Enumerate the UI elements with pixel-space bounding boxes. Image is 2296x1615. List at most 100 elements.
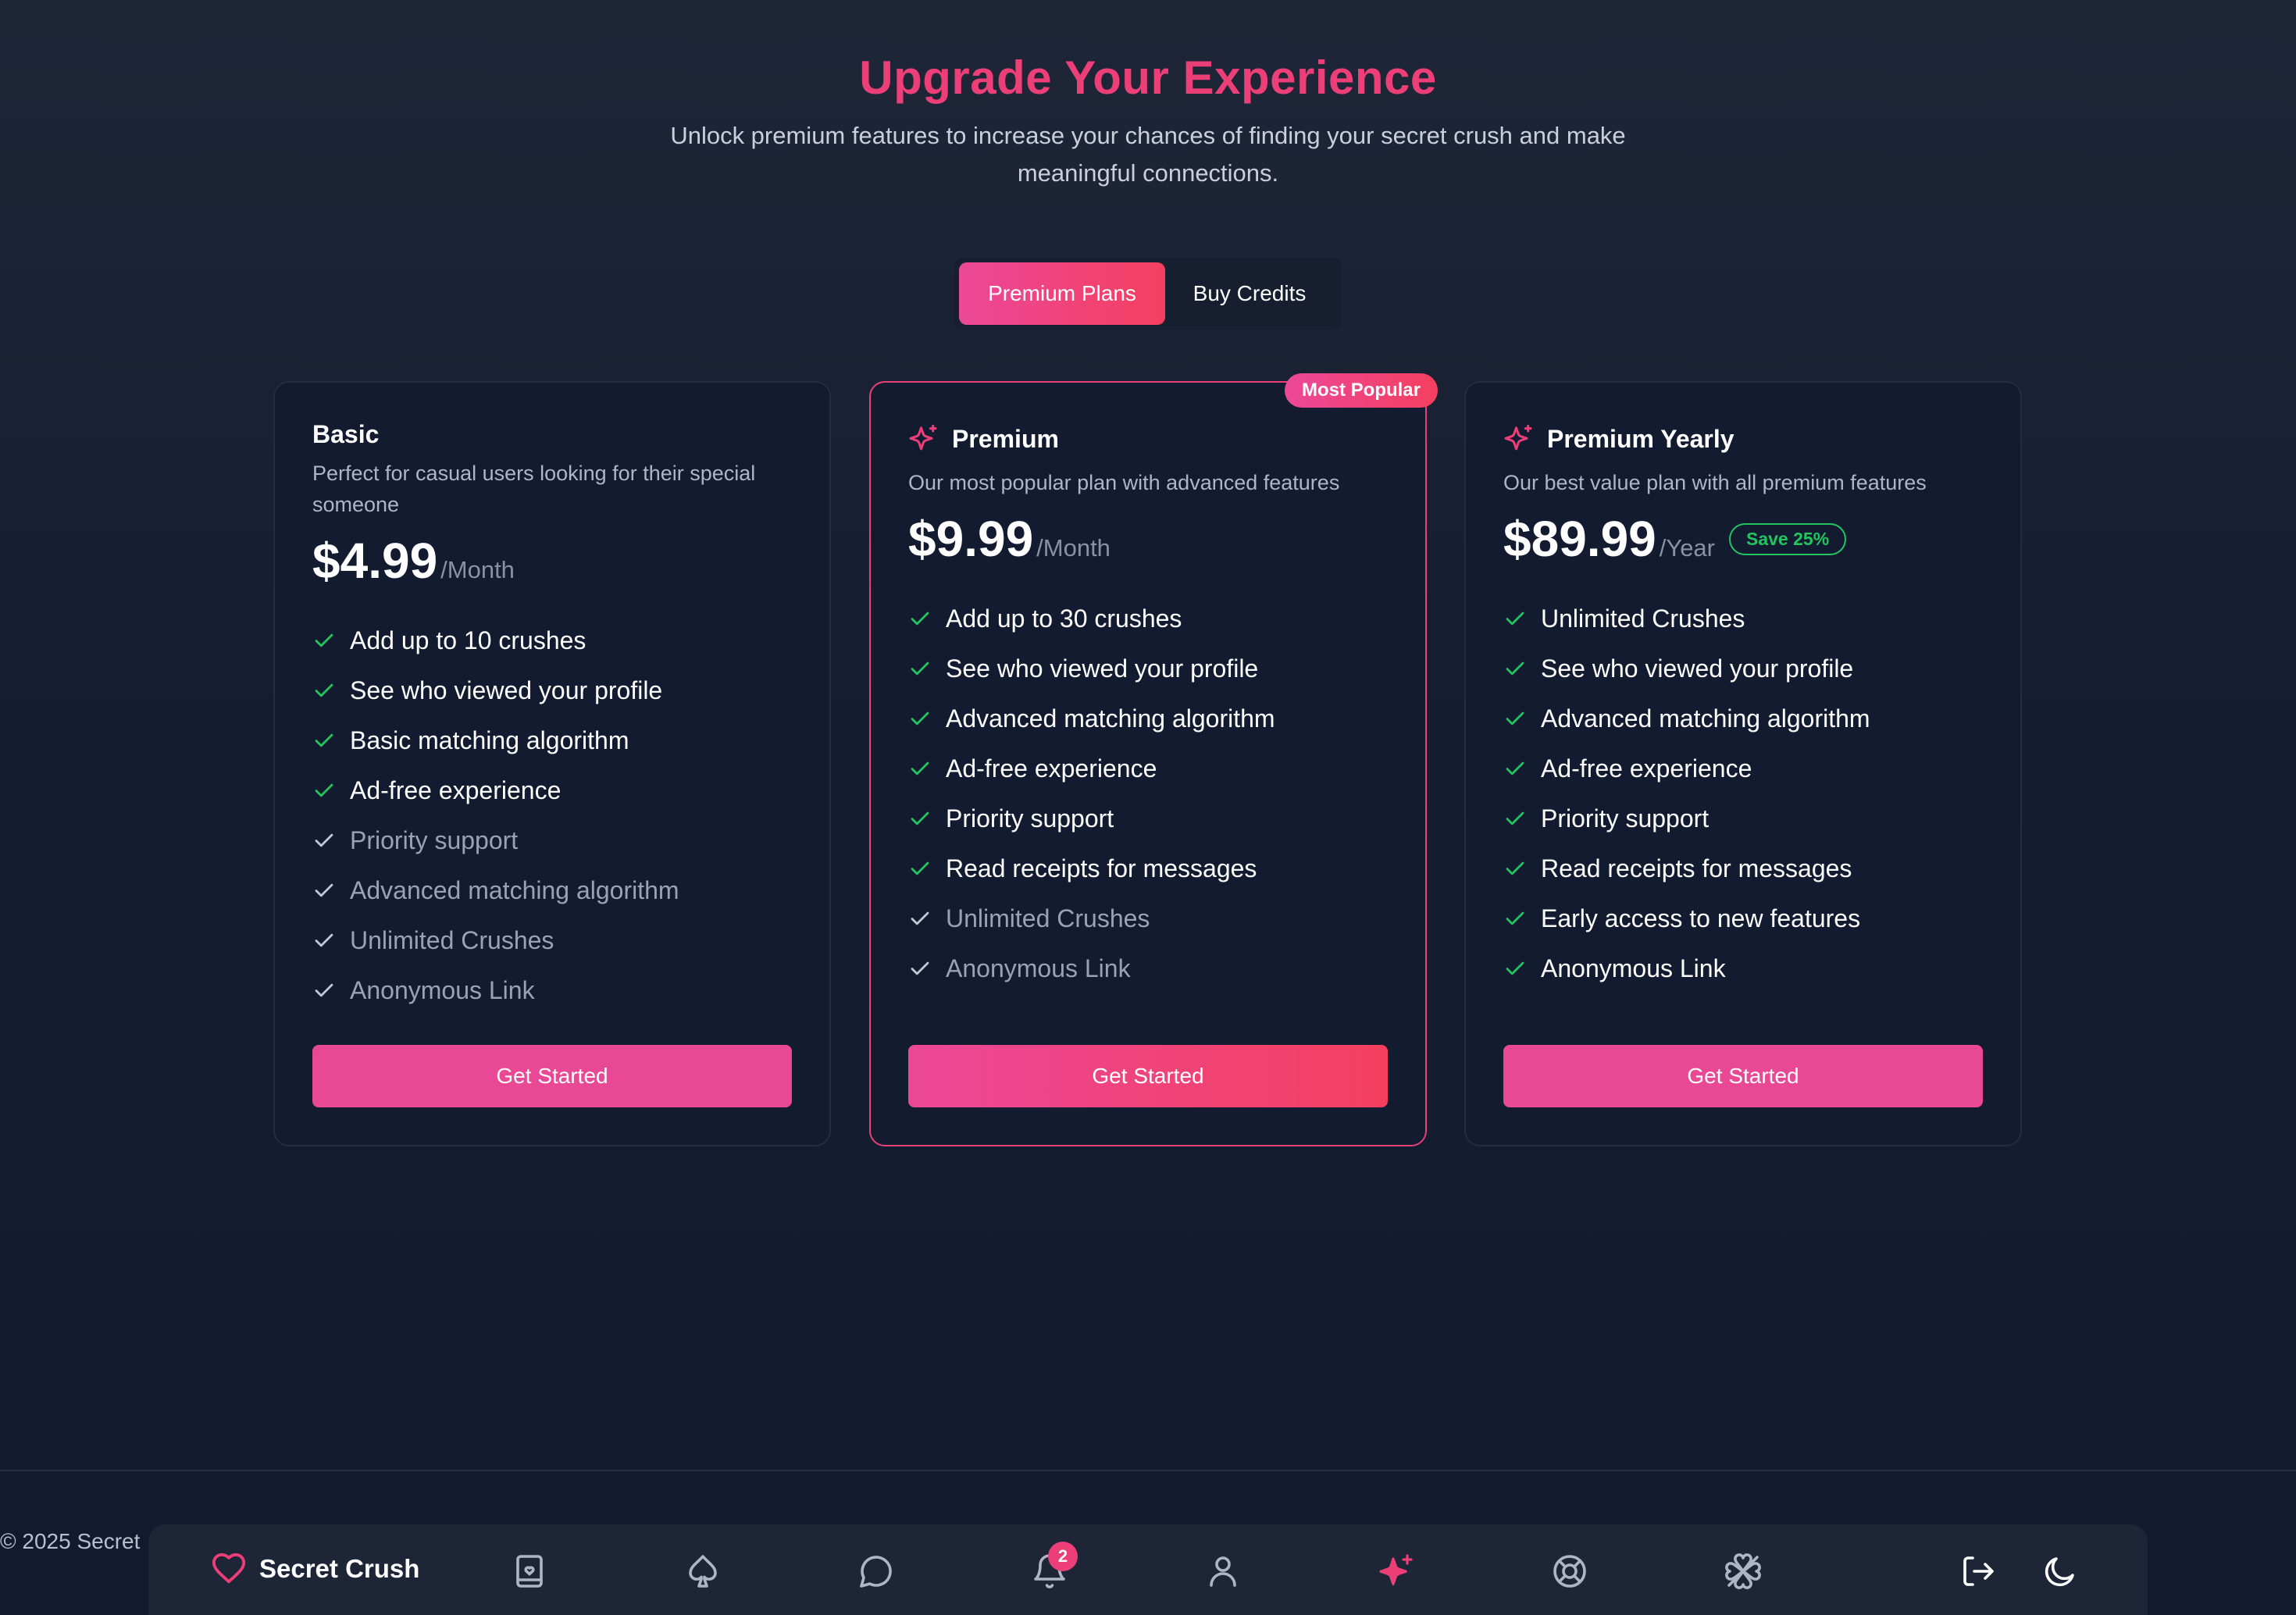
feature-item: See who viewed your profile	[908, 644, 1388, 693]
feature-list: Unlimited Crushes See who viewed your pro…	[1503, 594, 1983, 993]
feature-item: Unlimited Crushes	[908, 893, 1388, 943]
feature-item: See who viewed your profile	[1503, 644, 1983, 693]
sparkle-icon	[1504, 424, 1532, 451]
feature-item: Anonymous Link	[1503, 943, 1983, 993]
check-icon	[911, 861, 929, 875]
get-started-button[interactable]: Get Started	[908, 1045, 1388, 1107]
feature-text: Add up to 10 crushes	[350, 626, 586, 654]
feature-item: Advanced matching algorithm	[1503, 693, 1983, 743]
feature-item: Unlimited Crushes	[312, 915, 792, 965]
nav-profile-button[interactable]	[1204, 1553, 1242, 1590]
save-badge: Save 25%	[1729, 522, 1847, 555]
feature-item: Priority support	[1503, 793, 1983, 843]
check-icon	[911, 661, 929, 676]
feature-item: See who viewed your profile	[312, 665, 792, 715]
feature-text: Advanced matching algorithm	[350, 875, 679, 904]
check-icon	[1506, 811, 1524, 825]
book-icon	[516, 1555, 543, 1588]
feature-text: Priority support	[946, 804, 1114, 832]
check-icon	[315, 833, 333, 847]
feature-item: Early access to new features	[1503, 893, 1983, 943]
user-icon	[1210, 1556, 1236, 1587]
feature-item: Add up to 30 crushes	[908, 594, 1388, 644]
feature-item: Anonymous Link	[908, 943, 1388, 993]
nav-book-button[interactable]	[511, 1553, 548, 1590]
nav-logout-button[interactable]	[1959, 1553, 1996, 1590]
feature-item: Anonymous Link	[312, 965, 792, 1015]
brand-name: Secret Crush	[259, 1554, 420, 1583]
get-started-button[interactable]: Get Started	[312, 1045, 792, 1107]
feature-item: Unlimited Crushes	[1503, 594, 1983, 644]
feature-text: Unlimited Crushes	[946, 904, 1150, 932]
nav-chat-button[interactable]	[857, 1553, 895, 1590]
plan-price: $4.99	[312, 533, 438, 589]
check-icon	[1506, 761, 1524, 775]
feature-text: Advanced matching algorithm	[946, 704, 1275, 733]
check-icon	[911, 911, 929, 925]
feature-text: Priority support	[1541, 804, 1710, 832]
check-icon	[315, 933, 333, 947]
check-icon	[911, 811, 929, 825]
lifebuoy-icon	[1553, 1555, 1586, 1588]
feature-text: See who viewed your profile	[1541, 654, 1854, 683]
nav-theme-toggle[interactable]	[2041, 1553, 2079, 1590]
check-icon	[911, 961, 929, 975]
nav-premium-button[interactable]	[1378, 1553, 1415, 1590]
check-icon	[1506, 911, 1524, 925]
nav-clover-button[interactable]	[1724, 1553, 1762, 1590]
feature-list: Add up to 10 crushes See who viewed your …	[312, 615, 792, 1015]
heart-icon	[212, 1553, 246, 1584]
feature-text: Unlimited Crushes	[1541, 604, 1745, 633]
check-icon	[911, 611, 929, 626]
get-started-button[interactable]: Get Started	[1503, 1045, 1983, 1107]
check-icon	[1506, 861, 1524, 875]
plan-description: Our best value plan with all premium fea…	[1503, 471, 1927, 494]
plan-price: $9.99	[908, 511, 1034, 567]
sparkle-icon	[1379, 1554, 1413, 1585]
plan-card-basic: Basic Perfect for casual users looking f…	[273, 381, 831, 1146]
check-icon	[1506, 711, 1524, 726]
check-icon	[1506, 611, 1524, 626]
feature-text: Unlimited Crushes	[350, 925, 554, 954]
plan-period: /Year	[1659, 534, 1715, 562]
check-icon	[315, 783, 333, 797]
feature-item: Read receipts for messages	[1503, 843, 1983, 893]
feature-item: Advanced matching algorithm	[908, 693, 1388, 743]
plan-period: /Month	[1036, 534, 1111, 562]
check-icon	[315, 983, 333, 997]
footer-divider	[0, 1470, 2296, 1471]
spade-icon	[689, 1555, 717, 1588]
plan-price: $89.99	[1503, 511, 1656, 567]
plan-description: Our most popular plan with advanced feat…	[908, 471, 1340, 494]
plan-title: Premium	[952, 424, 1059, 453]
feature-text: Ad-free experience	[946, 754, 1157, 783]
nav-notifications-button[interactable]: 2	[1031, 1542, 1078, 1590]
feature-item: Read receipts for messages	[908, 843, 1388, 893]
check-icon	[315, 683, 333, 697]
check-icon	[1506, 661, 1524, 676]
feature-text: Ad-free experience	[350, 775, 562, 804]
check-icon	[315, 883, 333, 897]
nav-spade-button[interactable]	[684, 1553, 722, 1590]
feature-text: Add up to 30 crushes	[946, 604, 1182, 633]
nav-support-button[interactable]	[1551, 1553, 1588, 1590]
hero-section: Upgrade Your Experience Unlock premium f…	[0, 48, 2296, 192]
copyright-text: © 2025 Secret	[0, 1529, 141, 1553]
check-icon	[315, 633, 333, 647]
tab-premium-plans[interactable]: Premium Plans	[959, 262, 1165, 325]
notification-count-badge: 2	[1048, 1542, 1078, 1571]
plan-card-premium: Most Popular Premium Our most popular pl…	[869, 373, 1438, 1146]
plan-description: Perfect for casual users looking for the…	[312, 462, 756, 516]
feature-text: Early access to new features	[1541, 904, 1861, 932]
feature-text: Advanced matching algorithm	[1541, 704, 1870, 733]
check-icon	[911, 761, 929, 775]
feature-text: Ad-free experience	[1541, 754, 1752, 783]
plan-title: Premium Yearly	[1547, 424, 1734, 453]
feature-text: Basic matching algorithm	[350, 726, 629, 754]
feature-text: Anonymous Link	[946, 954, 1131, 982]
feature-item: Ad-free experience	[312, 765, 792, 815]
clover-icon	[1725, 1553, 1761, 1589]
brand-logo[interactable]: Secret Crush	[211, 1551, 419, 1587]
feature-text: See who viewed your profile	[946, 654, 1259, 683]
tab-buy-credits[interactable]: Buy Credits	[1165, 262, 1334, 325]
